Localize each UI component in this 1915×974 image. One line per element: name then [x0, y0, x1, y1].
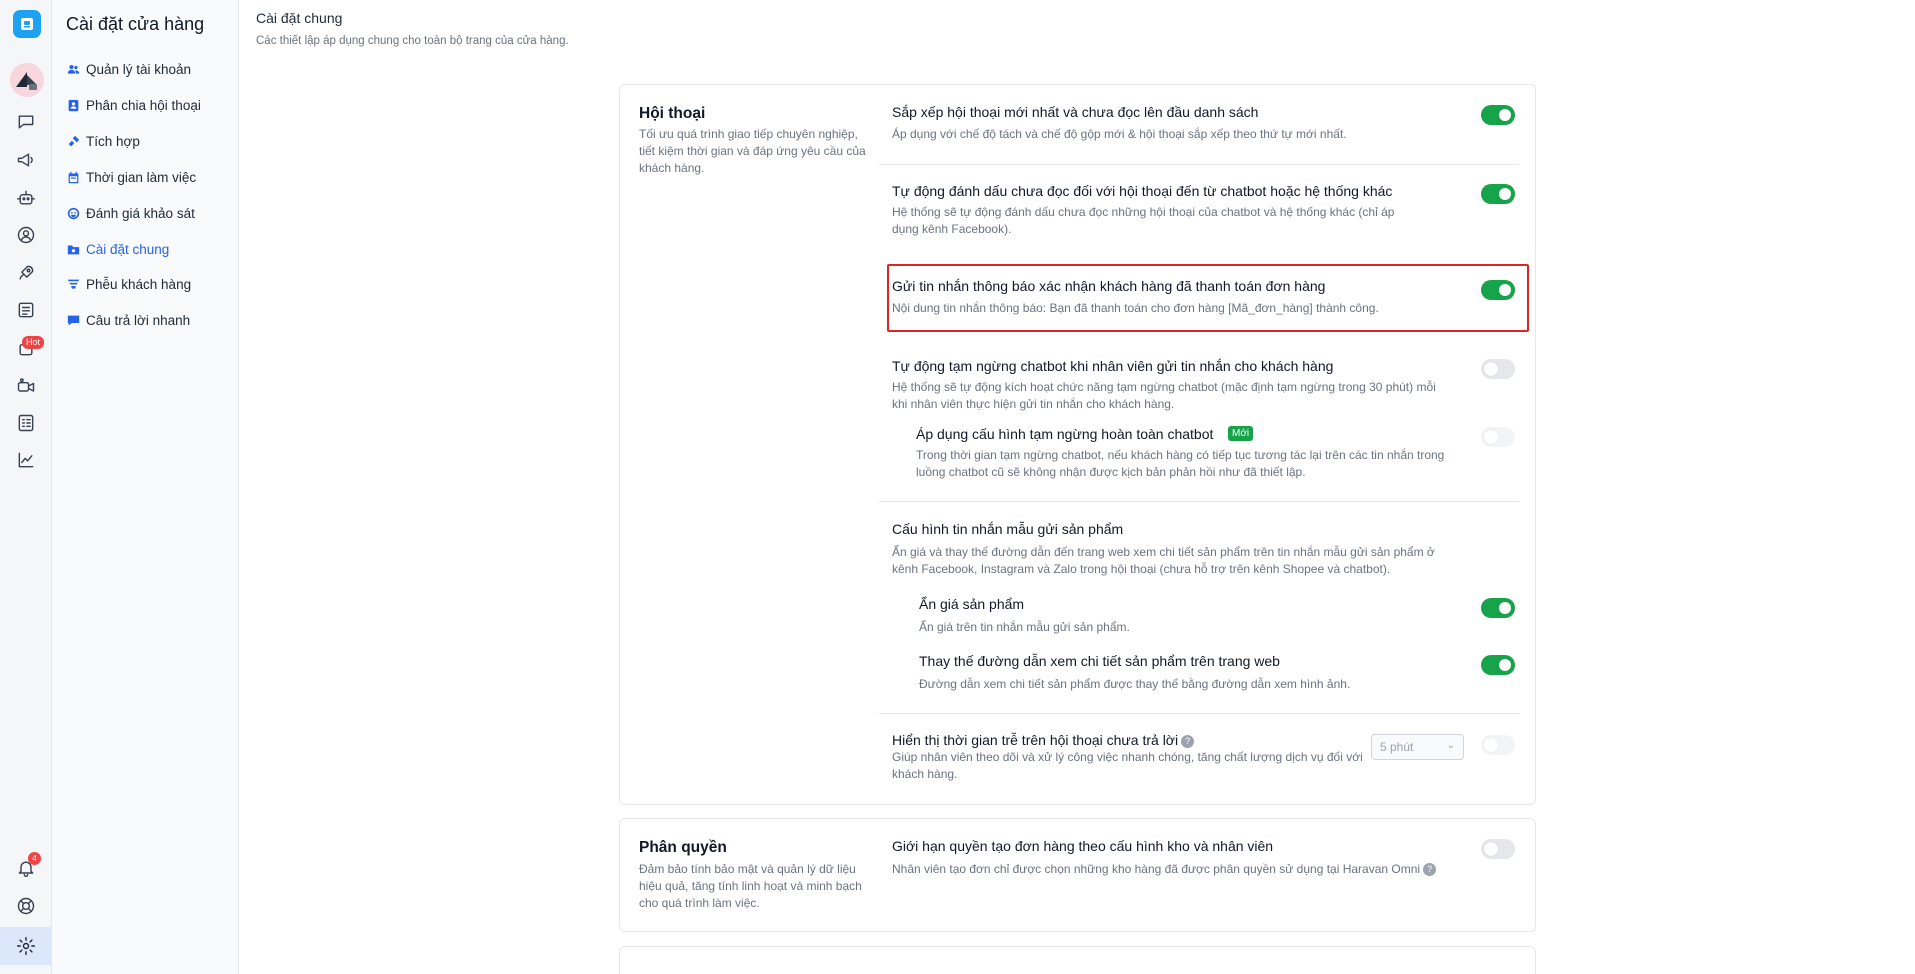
setting-title: Thay thế đường dẫn xem chi tiết sản phẩm…: [919, 653, 1280, 669]
delay-time-toggle[interactable]: [1481, 735, 1515, 755]
setting-title-text: Hiển thị thời gian trễ trên hội thoại ch…: [892, 732, 1179, 748]
sidebar-item-general-settings[interactable]: Cài đặt chung: [66, 238, 169, 260]
setting-title: Ẩn giá sản phẩm: [919, 596, 1025, 612]
analytics-icon[interactable]: [15, 449, 37, 471]
setting-description: Giúp nhân viên theo dõi và xử lý công vi…: [892, 750, 1363, 781]
page-title: Cài đặt chung: [256, 10, 343, 26]
sidebar-item-survey[interactable]: Đánh giá khảo sát: [66, 202, 195, 224]
sidebar-item-label: Phân chia hội thoại: [86, 97, 201, 113]
plug-icon: [66, 134, 80, 148]
section-title: Hội thoại: [639, 105, 706, 122]
conversation-settings-card: Hội thoại Tối ưu quá trình giao tiếp chu…: [619, 84, 1536, 805]
payment-confirm-toggle[interactable]: [1481, 280, 1515, 300]
permissions-settings-card: Phân quyền Đảm bảo tính bảo mật và quản …: [619, 818, 1536, 932]
setting-description: Đường dẫn xem chi tiết sản phẩm được tha…: [919, 677, 1351, 691]
delay-time-select[interactable]: 5 phút ⌄: [1371, 734, 1464, 760]
setting-title: Cấu hình tin nhắn mẫu gửi sản phẩm: [892, 521, 1124, 537]
page-subtitle: Các thiết lập áp dụng chung cho toàn bộ …: [256, 35, 569, 47]
sidebar-item-account[interactable]: Quản lý tài khoản: [66, 58, 191, 80]
auto-unread-toggle[interactable]: [1481, 184, 1515, 204]
sidebar-item-funnel[interactable]: Phễu khách hàng: [66, 273, 191, 295]
setting-title: Áp dụng cấu hình tạm ngừng hoàn toàn cha…: [916, 426, 1214, 442]
notification-count-badge: 4: [28, 852, 41, 865]
setting-description: Ẩn giá trên tin nhắn mẫu gửi sản phẩm.: [919, 620, 1130, 634]
hide-price-toggle[interactable]: [1481, 598, 1515, 618]
next-settings-card: [619, 946, 1536, 974]
chat-bubble-icon: [66, 313, 80, 327]
users-icon: [66, 62, 80, 76]
sidebar-item-conversation-split[interactable]: Phân chia hội thoại: [66, 94, 201, 116]
setting-title: Tự động tạm ngừng chatbot khi nhân viên …: [892, 358, 1334, 374]
sidebar-item-label: Đánh giá khảo sát: [86, 205, 195, 221]
sidebar-item-working-time[interactable]: Thời gian làm việc: [66, 166, 196, 188]
sidebar-item-label: Cài đặt chung: [86, 241, 170, 257]
setting-title: Tự động đánh dấu chưa đọc đối với hội th…: [892, 183, 1393, 199]
funnel-icon: [66, 277, 80, 291]
chat-icon[interactable]: [15, 111, 37, 133]
rocket-icon[interactable]: [15, 262, 37, 284]
megaphone-icon[interactable]: [15, 149, 37, 171]
divider: [879, 164, 1519, 165]
gear-icon[interactable]: [15, 935, 37, 957]
setting-title: Sắp xếp hội thoại mới nhất và chưa đọc l…: [892, 104, 1259, 120]
setting-description-text: Nhân viên tạo đơn chỉ được chọn những kh…: [892, 862, 1421, 876]
full-pause-toggle[interactable]: [1481, 427, 1515, 447]
help-lifebuoy-icon[interactable]: [15, 895, 37, 917]
user-circle-icon[interactable]: [15, 224, 37, 246]
chevron-down-icon: ⌄: [1446, 740, 1455, 751]
sidebar-item-label: Quản lý tài khoản: [86, 61, 192, 77]
sidebar-item-label: Phễu khách hàng: [86, 276, 192, 292]
video-icon[interactable]: [15, 375, 37, 397]
question-icon[interactable]: ?: [1423, 863, 1437, 877]
document-list-icon[interactable]: [15, 299, 37, 321]
question-icon[interactable]: ?: [1181, 734, 1195, 748]
section-description: Tối ưu quá trình giao tiếp chuyên nghiệp…: [639, 127, 866, 175]
icon-rail: Hot 4: [0, 0, 52, 974]
pause-chatbot-toggle[interactable]: [1481, 359, 1515, 379]
survey-icon: [66, 206, 80, 220]
limit-order-toggle[interactable]: [1481, 839, 1515, 859]
settings-sidebar: Cài đặt cửa hàng Quản lý tài khoản Phân …: [52, 0, 239, 974]
setting-description: Hệ thống sẽ tự động kích hoạt chức năng …: [892, 380, 1436, 411]
setting-description: Trong thời gian tạm ngừng chatbot, nếu k…: [916, 448, 1445, 479]
setting-title: Giới hạn quyền tạo đơn hàng theo cấu hìn…: [892, 838, 1274, 854]
replace-link-toggle[interactable]: [1481, 655, 1515, 675]
section-title: Phân quyền: [639, 839, 727, 856]
sidebar-item-integration[interactable]: Tích hợp: [66, 130, 140, 152]
setting-description: Ẩn giá và thay thế đường dẫn đến trang w…: [892, 545, 1435, 576]
sidebar-title: Cài đặt cửa hàng: [66, 14, 205, 34]
setting-description: Nội dung tin nhắn thông báo: Bạn đã than…: [892, 301, 1379, 315]
contact-card-icon: [66, 98, 80, 112]
new-badge: Mới: [1228, 426, 1254, 441]
calendar-icon: [66, 170, 80, 184]
hot-badge: Hot: [22, 336, 45, 349]
sidebar-item-label: Tích hợp: [86, 133, 140, 149]
setting-description: Áp dụng với chế độ tách và chế độ gộp mớ…: [892, 127, 1347, 141]
setting-title: Gửi tin nhắn thông báo xác nhận khách hà…: [892, 278, 1326, 294]
sidebar-item-quick-reply[interactable]: Câu trả lời nhanh: [66, 309, 190, 331]
section-description: Đảm bảo tính bảo mật và quản lý dữ liệu …: [639, 862, 862, 910]
bot-icon[interactable]: [15, 187, 37, 209]
setting-description: Nhân viên tạo đơn chỉ được chọn những kh…: [892, 861, 1492, 878]
divider: [879, 501, 1519, 502]
highlight-box: [887, 264, 1529, 332]
setting-description: Hệ thống sẽ tự động đánh dấu chưa đọc nh…: [892, 205, 1395, 236]
app-logo-icon[interactable]: [13, 10, 41, 38]
setting-title: Hiển thị thời gian trễ trên hội thoại ch…: [892, 732, 1195, 748]
divider: [879, 713, 1519, 714]
settings-folder-icon: [66, 242, 80, 256]
sort-newest-toggle[interactable]: [1481, 105, 1515, 125]
select-value: 5 phút: [1380, 740, 1414, 754]
user-avatar[interactable]: [10, 63, 44, 97]
sidebar-item-label: Thời gian làm việc: [86, 169, 197, 185]
sidebar-item-label: Câu trả lời nhanh: [86, 312, 191, 328]
checklist-icon[interactable]: [15, 412, 37, 434]
